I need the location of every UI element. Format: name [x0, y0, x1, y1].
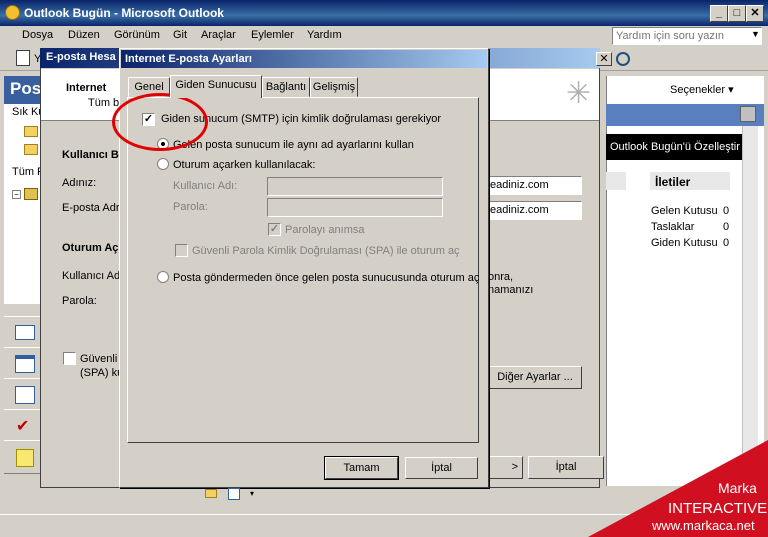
dlg-password-field[interactable]: [267, 198, 443, 217]
dlg-username-field[interactable]: [267, 177, 443, 196]
message-count-drafts: 0: [723, 221, 730, 233]
message-count-outbox: 0: [723, 237, 730, 249]
menu-actions[interactable]: Eylemler: [251, 29, 294, 41]
dialog-close-button[interactable]: ✕: [596, 52, 612, 66]
tasks-icon: ✔: [16, 418, 30, 435]
folder-icon[interactable]: [24, 144, 38, 155]
nav-section-all-folders[interactable]: Tüm F: [12, 166, 44, 178]
calendar-icon: [15, 355, 35, 373]
logon-using-label: Oturum açarken kullanılacak:: [173, 159, 316, 171]
mail-icon: [15, 325, 35, 340]
customize-link[interactable]: Outlook Bugün'ü Özelleştir ...: [610, 141, 752, 153]
nav-notes-button[interactable]: [4, 440, 44, 474]
menu-file[interactable]: Dosya: [22, 29, 53, 41]
note-line1: onra,: [488, 271, 514, 283]
note-line2: namanızı: [488, 284, 534, 296]
spa-checkbox[interactable]: [63, 352, 76, 365]
spa-logon-label: Güvenli Parola Kimlik Doğrulaması (SPA) …: [192, 245, 460, 257]
same-settings-label: Gelen posta sunucum ile aynı ad ayarları…: [173, 139, 414, 151]
options-button[interactable]: Seçenekler ▾: [670, 83, 734, 96]
find-icon[interactable]: [616, 52, 630, 66]
window-title: Outlook Bugün - Microsoft Outlook: [24, 6, 224, 20]
ok-button[interactable]: Tamam: [324, 456, 399, 480]
small-shortcut-icon[interactable]: [228, 488, 240, 500]
expand-icon[interactable]: −: [12, 190, 21, 199]
menu-view[interactable]: Görünüm: [114, 29, 160, 41]
name-field-value: eadiniz.com: [490, 179, 549, 191]
email-accounts-title: E-posta Hesa: [46, 51, 116, 63]
log-on-before-label: Posta göndermeden önce gelen posta sunuc…: [173, 272, 480, 284]
spa-label-line1: Güvenli l: [80, 353, 123, 365]
nav-contacts-button[interactable]: [4, 378, 44, 412]
outlook-icon: [5, 5, 20, 20]
remember-password-label: Parolayı anımsa: [285, 224, 365, 236]
customize-icon[interactable]: [740, 106, 756, 122]
spa-label-line2: (SPA) ku: [80, 367, 124, 379]
tab-advanced[interactable]: Gelişmiş: [310, 77, 358, 97]
tab-outgoing-server[interactable]: Giden Sunucusu: [170, 75, 262, 98]
menu-tools[interactable]: Araçlar: [201, 29, 236, 41]
password-label: Parola:: [62, 295, 97, 307]
nav-calendar-button[interactable]: [4, 347, 44, 381]
cursor-graphic-icon: ✳: [566, 77, 592, 110]
watermark-brand: Marka: [718, 480, 757, 496]
tab-connection[interactable]: Bağlantı: [262, 77, 310, 97]
small-folder-icon[interactable]: [205, 489, 217, 498]
email-field-value: eadiniz.com: [490, 204, 549, 216]
message-count-inbox: 0: [723, 205, 730, 217]
cancel-button[interactable]: İptal: [405, 457, 478, 479]
new-item-icon[interactable]: [16, 50, 30, 66]
watermark-url: www.markaca.net: [652, 518, 755, 533]
menu-help[interactable]: Yardım: [307, 29, 342, 41]
contacts-icon: [15, 386, 35, 404]
maximize-button[interactable]: □: [728, 5, 746, 22]
back-button[interactable]: >: [489, 456, 523, 479]
chevron-down-icon[interactable]: ▾: [250, 489, 254, 498]
notes-icon: [16, 449, 34, 467]
logon-info-heading: Oturum Aç: [62, 242, 119, 254]
dialog-title: Internet E-posta Ayarları: [125, 53, 252, 65]
highlight-circle: [112, 93, 208, 151]
nav-tasks-button[interactable]: ✔: [4, 409, 44, 443]
spa-logon-checkbox[interactable]: [175, 244, 188, 257]
message-folder-inbox[interactable]: Gelen Kutusu: [651, 205, 718, 217]
message-folder-outbox[interactable]: Giden Kutusu: [651, 237, 718, 249]
name-label: Adınız:: [62, 177, 97, 189]
panel-divider: [606, 172, 626, 190]
internet-heading: Internet: [66, 82, 107, 94]
nav-header-title: Pos: [10, 79, 42, 98]
more-settings-button[interactable]: Diğer Ayarlar ...: [488, 366, 582, 389]
mailbox-icon[interactable]: [24, 188, 38, 200]
help-search-input[interactable]: [612, 27, 762, 45]
user-info-heading: Kullanıcı Bi: [62, 149, 122, 161]
nav-mail-button[interactable]: [4, 316, 44, 350]
close-button[interactable]: ✕: [746, 5, 764, 22]
message-folder-drafts[interactable]: Taslaklar: [651, 221, 694, 233]
remember-password-checkbox[interactable]: ✓: [268, 223, 281, 236]
dlg-username-label: Kullanıcı Adı:: [173, 180, 238, 192]
dlg-password-label: Parola:: [173, 201, 208, 213]
email-label: E-posta Adr: [62, 202, 120, 214]
logon-using-radio[interactable]: [157, 158, 169, 170]
username-label: Kullanıcı Adı:: [62, 270, 127, 282]
scrollbar-right[interactable]: [742, 126, 758, 486]
folder-icon[interactable]: [24, 126, 38, 137]
watermark-line2: INTERACTIVE: [668, 500, 768, 517]
menu-edit[interactable]: Düzen: [68, 29, 100, 41]
log-on-before-radio[interactable]: [157, 271, 169, 283]
window-titlebar: Outlook Bugün - Microsoft Outlook _ □ ✕: [0, 0, 768, 26]
messages-title: İletiler: [655, 175, 691, 189]
dialog-titlebar: Internet E-posta Ayarları: [121, 50, 487, 68]
chevron-down-icon[interactable]: ▼: [751, 29, 760, 39]
menu-go[interactable]: Git: [173, 29, 187, 41]
minimize-button[interactable]: _: [710, 5, 728, 22]
